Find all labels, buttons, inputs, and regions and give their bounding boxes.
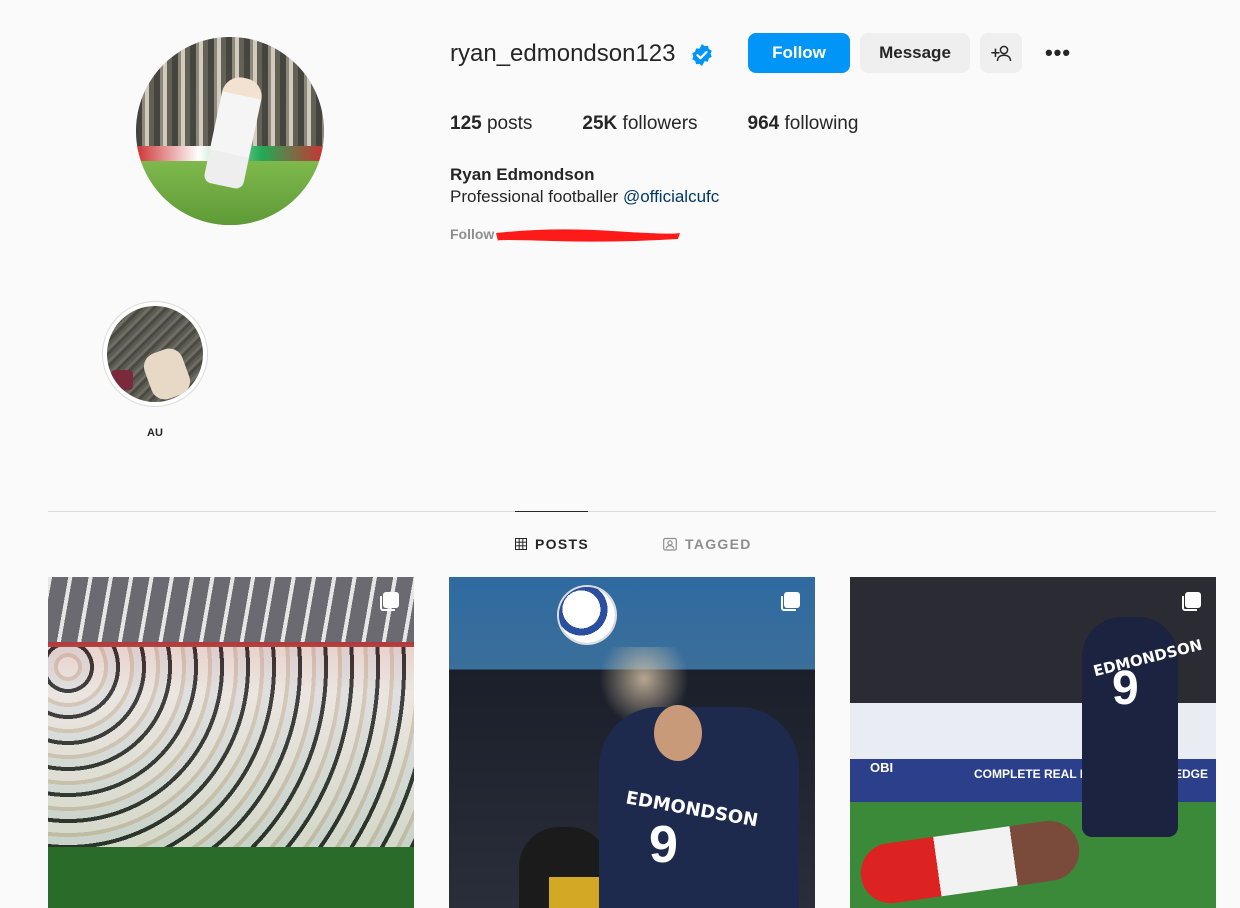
posts-count: 125 bbox=[450, 113, 482, 134]
tab-posts[interactable]: POSTS bbox=[515, 536, 589, 552]
highlight-feet bbox=[139, 344, 195, 402]
profile-avatar[interactable] bbox=[136, 37, 324, 225]
post2-player-head bbox=[654, 705, 702, 761]
followers-label: followers bbox=[617, 113, 698, 134]
post3-fallen-players bbox=[856, 816, 1084, 908]
suggest-users-button[interactable]: + bbox=[980, 33, 1022, 73]
tabs-divider bbox=[48, 511, 1216, 512]
following-label: following bbox=[779, 113, 859, 134]
post2-shirt-number: 9 bbox=[649, 816, 678, 874]
followed-by-text[interactable]: Follow bbox=[450, 226, 494, 242]
following-stat[interactable]: 964 following bbox=[748, 113, 859, 135]
post2-football bbox=[559, 587, 615, 643]
followers-stat[interactable]: 25K followers bbox=[582, 113, 697, 135]
post3-shirt-number: 9 bbox=[1112, 662, 1139, 715]
carousel-icon bbox=[781, 592, 800, 611]
follow-button[interactable]: Follow bbox=[748, 33, 850, 73]
tab-tagged-label: TAGGED bbox=[685, 536, 752, 552]
story-highlight[interactable] bbox=[102, 301, 208, 407]
highlight-cover-image bbox=[107, 306, 203, 402]
highlight-label: AU bbox=[147, 427, 163, 439]
tab-tagged[interactable]: TAGGED bbox=[663, 536, 752, 552]
post1-stadium-roof bbox=[48, 577, 414, 642]
bio-mention-link[interactable]: @officialcufc bbox=[623, 187, 719, 206]
profile-full-name: Ryan Edmondson bbox=[450, 165, 595, 184]
post-tile[interactable] bbox=[48, 577, 414, 908]
profile-stats: 125 posts 25K followers 964 following bbox=[450, 113, 908, 135]
profile-bio: Professional footballer @officialcufc bbox=[450, 187, 719, 207]
post-tile[interactable]: EDMONDSON 9 bbox=[449, 577, 815, 908]
message-button[interactable]: Message bbox=[860, 33, 970, 73]
redaction-scribble bbox=[496, 229, 680, 242]
posts-label: posts bbox=[481, 113, 533, 134]
carousel-icon bbox=[380, 592, 399, 611]
add-user-icon: + bbox=[990, 45, 1012, 62]
followers-count: 25K bbox=[582, 113, 618, 134]
verified-badge-icon bbox=[692, 44, 712, 66]
profile-username: ryan_edmondson123 bbox=[450, 40, 676, 67]
posts-count-stat: 125 posts bbox=[450, 113, 532, 135]
tagged-icon bbox=[663, 537, 677, 551]
grid-icon bbox=[515, 538, 527, 550]
post3-ad-board: OBI bbox=[870, 760, 894, 775]
post-tile[interactable]: OBI COMPLETE REAL ESTATE KNOWLEDGE EDMON… bbox=[850, 577, 1216, 908]
bio-text: Professional footballer bbox=[450, 187, 623, 206]
post1-team-celebration bbox=[48, 647, 414, 847]
tab-posts-label: POSTS bbox=[535, 536, 589, 552]
more-options-icon: ••• bbox=[1044, 40, 1072, 65]
following-count: 964 bbox=[747, 113, 780, 134]
svg-text:+: + bbox=[990, 46, 1001, 61]
highlight-bag bbox=[111, 370, 133, 390]
more-options-button[interactable]: ••• bbox=[1036, 33, 1080, 73]
active-tab-indicator bbox=[515, 511, 588, 512]
carousel-icon bbox=[1182, 592, 1201, 611]
